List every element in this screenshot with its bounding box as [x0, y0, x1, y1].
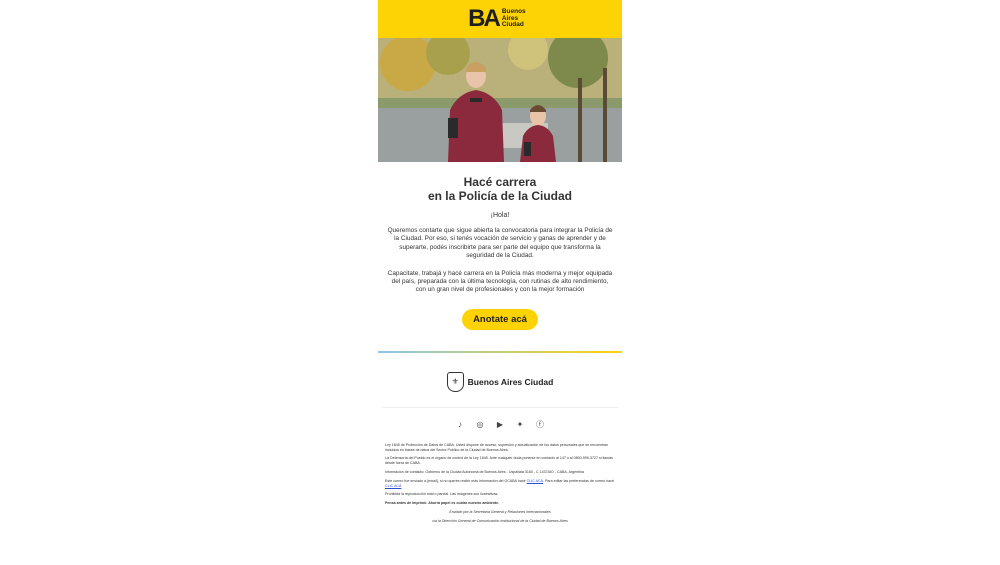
body-paragraph-1: Queremos contarte que sigue abierta la c… [387, 227, 613, 260]
instagram-icon[interactable]: ◎ [475, 419, 486, 430]
preferences-link[interactable]: CLIC ACÁ [385, 484, 401, 488]
legal-print-notice: Pensá antes de imprimir. Ahorrá papel es… [385, 501, 500, 506]
greeting: ¡Hola! [490, 212, 510, 219]
legal-text: Ley 1845 de Protección de Datos de CABA.… [385, 443, 615, 524]
legal-reproduction: Prohibida la reproducción total o parcia… [385, 492, 499, 497]
headline-line-2: en la Policía de la Ciudad [427, 189, 573, 203]
youtube-icon[interactable]: ▶ [495, 419, 506, 430]
police-cadets-photo [378, 38, 622, 162]
preferences-text: . Para editar las preferencias de correo… [543, 478, 614, 483]
legal-ombudsman: La Defensoría del Pueblo es el órgano de… [385, 456, 613, 466]
cta-wrapper: Anotate acá [378, 308, 622, 330]
email-header: BA Buenos Aires Ciudad [378, 0, 622, 38]
tiktok-icon[interactable]: ♪ [455, 419, 466, 430]
footer-logo-text: Buenos Aires Ciudad [467, 376, 554, 387]
email-container: BA Buenos Aires Ciudad Hacé carrera en l… [378, 0, 622, 565]
buenos-aires-logo[interactable]: BA Buenos Aires Ciudad [468, 7, 532, 31]
footer-divider [382, 406, 618, 408]
unsubscribe-link[interactable]: CLIC ACÁ [527, 479, 543, 483]
anotate-button[interactable]: Anotate acá [462, 308, 538, 330]
logo-text: Buenos Aires Ciudad [501, 8, 526, 29]
legal-sender-1: Enviado por la Secretaría General y Rela… [449, 510, 551, 515]
unsubscribe-text: Este correo fue enviado a {email}, si no… [385, 478, 526, 483]
ba-logo-mark: BA [468, 5, 501, 32]
hero-image [378, 38, 622, 162]
social-links: ♪ ◎ ▶ ✦ ⓕ [378, 419, 622, 430]
headline-line-1: Hacé carrera [463, 175, 537, 189]
facebook-icon[interactable]: ⓕ [535, 419, 546, 430]
legal-unsubscribe: Este correo fue enviado a {email}, si no… [385, 479, 615, 489]
legal-sender-2: vía la Dirección General de Comunicación… [432, 518, 568, 523]
headline: Hacé carrera en la Policía de la Ciudad [378, 175, 622, 203]
twitter-icon[interactable]: ✦ [515, 419, 526, 430]
gradient-divider [378, 350, 622, 353]
legal-contact: Información de contacto: Gobierno de la … [385, 470, 584, 475]
body-paragraph-2: Capacitate, trabajá y hacé carrera en la… [387, 269, 613, 294]
legal-data-protection: Ley 1845 de Protección de Datos de CABA.… [385, 442, 609, 452]
footer-logo[interactable]: ⚜ Buenos Aires Ciudad [378, 371, 622, 393]
city-seal-icon: ⚜ [446, 371, 464, 392]
